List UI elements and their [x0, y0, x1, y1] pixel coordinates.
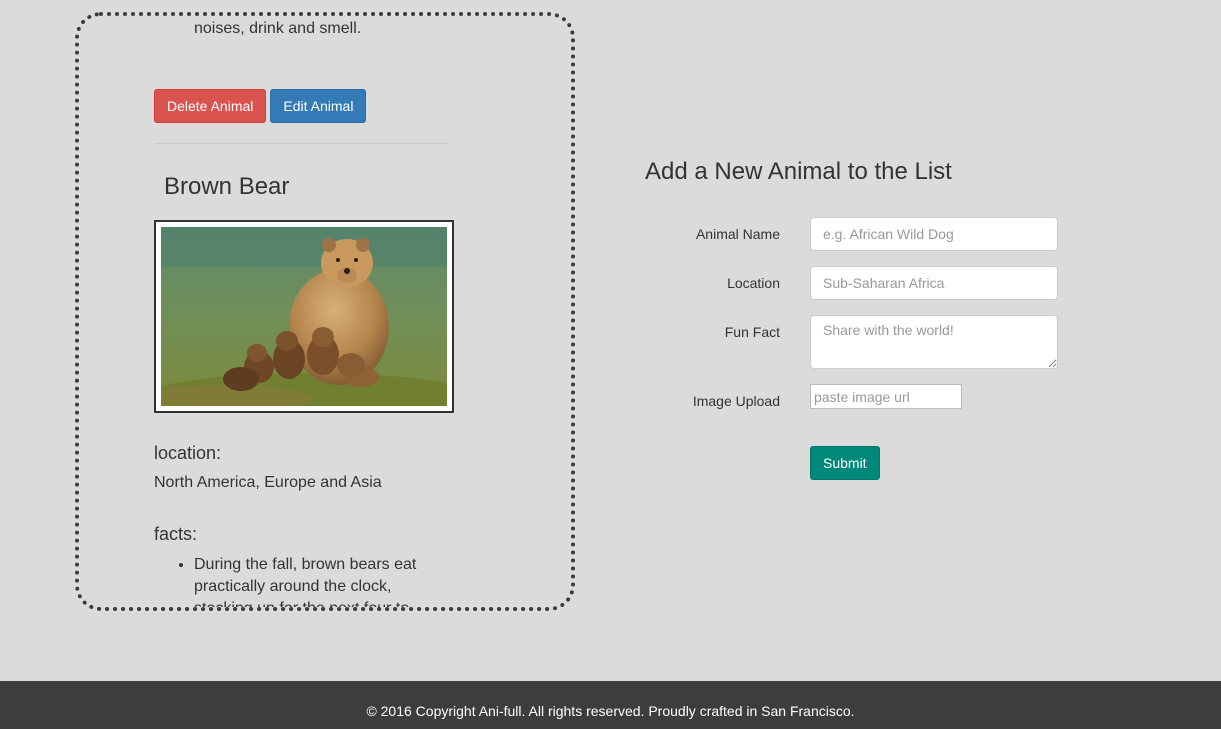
- fun-fact-textarea[interactable]: [810, 315, 1058, 369]
- page: noises, drink and smell. Delete Animal E…: [0, 0, 1221, 729]
- animal-name-label: Animal Name: [695, 226, 780, 242]
- footer-copyright: © 2016 Copyright Ani-full. All rights re…: [366, 703, 855, 719]
- location-heading: location:: [154, 443, 222, 463]
- divider: [154, 143, 448, 144]
- list-item: During the fall, brown bears eat practic…: [194, 554, 426, 607]
- delete-animal-button[interactable]: Delete Animal: [154, 89, 267, 123]
- location-input[interactable]: [810, 266, 1058, 300]
- facts-heading: facts:: [154, 524, 198, 544]
- previous-fact-text: noises, drink and smell.: [194, 20, 362, 37]
- fun-fact-label: Fun Fact: [724, 324, 780, 340]
- brown-bear-photo: [161, 227, 447, 406]
- animal-name: Brown Bear: [164, 173, 290, 200]
- animal-list-panel[interactable]: noises, drink and smell. Delete Animal E…: [75, 12, 575, 611]
- footer: © 2016 Copyright Ani-full. All rights re…: [0, 681, 1221, 729]
- facts-list: During the fall, brown bears eat practic…: [176, 554, 426, 607]
- edit-animal-button[interactable]: Edit Animal: [270, 89, 367, 123]
- animal-actions: Delete Animal Edit Animal: [154, 89, 367, 123]
- animal-photo-frame: [154, 220, 454, 413]
- form-title: Add a New Animal to the List: [645, 158, 952, 185]
- image-upload-label: Image Upload: [692, 393, 780, 409]
- animal-name-input[interactable]: [810, 217, 1058, 251]
- image-url-input[interactable]: [810, 384, 962, 409]
- location-value: North America, Europe and Asia: [154, 474, 382, 491]
- location-label: Location: [727, 275, 780, 291]
- submit-button[interactable]: Submit: [810, 446, 880, 480]
